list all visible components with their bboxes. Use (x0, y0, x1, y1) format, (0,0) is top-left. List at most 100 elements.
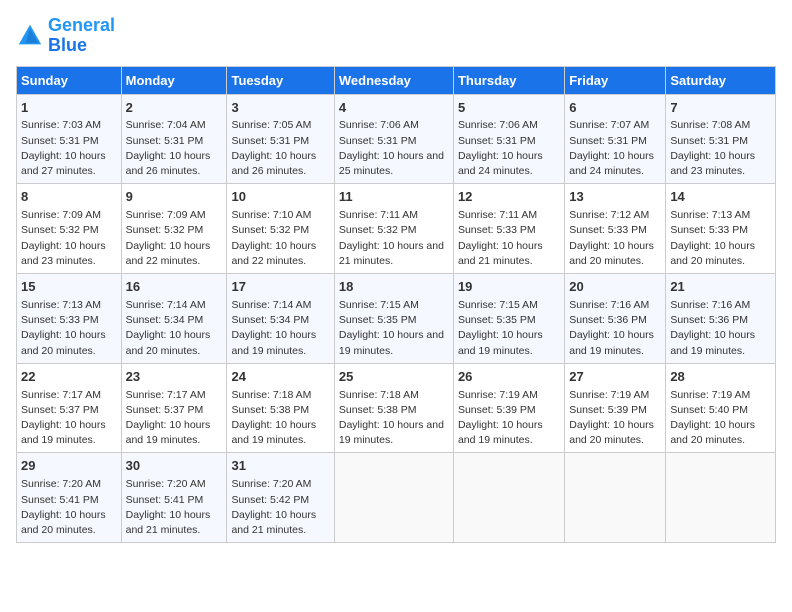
sunrise: Sunrise: 7:14 AM (126, 299, 206, 311)
daylight: Daylight: 10 hours and 20 minutes. (126, 329, 211, 356)
sunrise: Sunrise: 7:10 AM (231, 209, 311, 221)
daylight: Daylight: 10 hours and 20 minutes. (670, 240, 755, 267)
daylight: Daylight: 10 hours and 19 minutes. (231, 329, 316, 356)
sunrise: Sunrise: 7:06 AM (339, 119, 419, 131)
sunrise: Sunrise: 7:08 AM (670, 119, 750, 131)
calendar-cell: 6Sunrise: 7:07 AMSunset: 5:31 PMDaylight… (565, 94, 666, 184)
day-number: 9 (126, 188, 223, 207)
day-number: 2 (126, 99, 223, 118)
sunrise: Sunrise: 7:20 AM (21, 478, 101, 490)
daylight: Daylight: 10 hours and 26 minutes. (231, 150, 316, 177)
logo-icon (16, 22, 44, 50)
sunrise: Sunrise: 7:20 AM (231, 478, 311, 490)
day-number: 27 (569, 368, 661, 387)
header-row: SundayMondayTuesdayWednesdayThursdayFrid… (17, 66, 776, 94)
sunrise: Sunrise: 7:16 AM (670, 299, 750, 311)
calendar-cell: 3Sunrise: 7:05 AMSunset: 5:31 PMDaylight… (227, 94, 334, 184)
day-number: 29 (21, 457, 117, 476)
sunrise: Sunrise: 7:17 AM (126, 389, 206, 401)
sunrise: Sunrise: 7:14 AM (231, 299, 311, 311)
calendar-cell: 18Sunrise: 7:15 AMSunset: 5:35 PMDayligh… (334, 274, 453, 364)
logo-text: General Blue (48, 16, 115, 56)
calendar-cell: 15Sunrise: 7:13 AMSunset: 5:33 PMDayligh… (17, 274, 122, 364)
calendar-cell: 5Sunrise: 7:06 AMSunset: 5:31 PMDaylight… (453, 94, 564, 184)
day-number: 22 (21, 368, 117, 387)
daylight: Daylight: 10 hours and 22 minutes. (231, 240, 316, 267)
day-number: 19 (458, 278, 560, 297)
daylight: Daylight: 10 hours and 19 minutes. (458, 329, 543, 356)
daylight: Daylight: 10 hours and 25 minutes. (339, 150, 444, 177)
day-number: 20 (569, 278, 661, 297)
calendar-cell: 29Sunrise: 7:20 AMSunset: 5:41 PMDayligh… (17, 453, 122, 543)
sunset: Sunset: 5:37 PM (126, 404, 204, 416)
sunrise: Sunrise: 7:18 AM (339, 389, 419, 401)
sunset: Sunset: 5:36 PM (569, 314, 647, 326)
day-number: 28 (670, 368, 771, 387)
sunset: Sunset: 5:37 PM (21, 404, 99, 416)
page-header: General Blue (16, 16, 776, 56)
calendar-cell: 21Sunrise: 7:16 AMSunset: 5:36 PMDayligh… (666, 274, 776, 364)
calendar-cell (334, 453, 453, 543)
sunset: Sunset: 5:31 PM (569, 135, 647, 147)
sunrise: Sunrise: 7:19 AM (670, 389, 750, 401)
day-number: 8 (21, 188, 117, 207)
daylight: Daylight: 10 hours and 26 minutes. (126, 150, 211, 177)
day-number: 24 (231, 368, 329, 387)
sunset: Sunset: 5:38 PM (339, 404, 417, 416)
sunrise: Sunrise: 7:11 AM (339, 209, 418, 221)
sunrise: Sunrise: 7:12 AM (569, 209, 649, 221)
daylight: Daylight: 10 hours and 20 minutes. (21, 329, 106, 356)
daylight: Daylight: 10 hours and 22 minutes. (126, 240, 211, 267)
sunrise: Sunrise: 7:03 AM (21, 119, 101, 131)
daylight: Daylight: 10 hours and 21 minutes. (231, 509, 316, 536)
calendar-cell: 28Sunrise: 7:19 AMSunset: 5:40 PMDayligh… (666, 363, 776, 453)
sunset: Sunset: 5:31 PM (21, 135, 99, 147)
day-number: 25 (339, 368, 449, 387)
calendar-cell: 24Sunrise: 7:18 AMSunset: 5:38 PMDayligh… (227, 363, 334, 453)
calendar-cell: 1Sunrise: 7:03 AMSunset: 5:31 PMDaylight… (17, 94, 122, 184)
sunrise: Sunrise: 7:18 AM (231, 389, 311, 401)
daylight: Daylight: 10 hours and 21 minutes. (126, 509, 211, 536)
day-number: 12 (458, 188, 560, 207)
calendar-cell: 12 Sunrise: 7:11 AM Sunset: 5:33 PM Dayligh… (453, 184, 564, 274)
calendar-cell: 16Sunrise: 7:14 AMSunset: 5:34 PMDayligh… (121, 274, 227, 364)
sunrise: Sunrise: 7:11 AM (458, 209, 537, 221)
sunrise: Sunrise: 7:09 AM (21, 209, 101, 221)
calendar-cell: 31Sunrise: 7:20 AMSunset: 5:42 PMDayligh… (227, 453, 334, 543)
calendar-cell: 27Sunrise: 7:19 AMSunset: 5:39 PMDayligh… (565, 363, 666, 453)
day-number: 26 (458, 368, 560, 387)
daylight: Daylight: 10 hours and 20 minutes. (670, 419, 755, 446)
column-header-wednesday: Wednesday (334, 66, 453, 94)
day-number: 23 (126, 368, 223, 387)
sunset: Sunset: 5:34 PM (231, 314, 309, 326)
week-row-4: 22 Sunrise: 7:17 AM Sunset: 5:37 PM Dayligh… (17, 363, 776, 453)
calendar-cell: 9 Sunrise: 7:09 AM Sunset: 5:32 PM Daylight… (121, 184, 227, 274)
sunrise: Sunrise: 7:16 AM (569, 299, 649, 311)
calendar-table: SundayMondayTuesdayWednesdayThursdayFrid… (16, 66, 776, 544)
day-number: 7 (670, 99, 771, 118)
daylight: Daylight: 10 hours and 24 minutes. (569, 150, 654, 177)
sunset: Sunset: 5:42 PM (231, 494, 309, 506)
daylight: Daylight: 10 hours and 19 minutes. (231, 419, 316, 446)
daylight: Daylight: 10 hours and 19 minutes. (339, 419, 444, 446)
sunrise: Sunrise: 7:20 AM (126, 478, 206, 490)
column-header-sunday: Sunday (17, 66, 122, 94)
sunrise: Sunrise: 7:09 AM (126, 209, 206, 221)
sunset: Sunset: 5:32 PM (126, 224, 204, 236)
day-number: 4 (339, 99, 449, 118)
sunrise: Sunrise: 7:19 AM (569, 389, 649, 401)
sunset: Sunset: 5:33 PM (458, 224, 536, 236)
week-row-2: 8 Sunrise: 7:09 AM Sunset: 5:32 PM Daylight… (17, 184, 776, 274)
sunset: Sunset: 5:41 PM (126, 494, 204, 506)
daylight: Daylight: 10 hours and 20 minutes. (569, 240, 654, 267)
sunset: Sunset: 5:31 PM (458, 135, 536, 147)
day-number: 13 (569, 188, 661, 207)
calendar-cell (565, 453, 666, 543)
sunrise: Sunrise: 7:13 AM (670, 209, 750, 221)
daylight: Daylight: 10 hours and 21 minutes. (458, 240, 543, 267)
sunset: Sunset: 5:41 PM (21, 494, 99, 506)
calendar-cell: 23Sunrise: 7:17 AMSunset: 5:37 PMDayligh… (121, 363, 227, 453)
sunset: Sunset: 5:39 PM (569, 404, 647, 416)
daylight: Daylight: 10 hours and 23 minutes. (670, 150, 755, 177)
sunset: Sunset: 5:35 PM (339, 314, 417, 326)
